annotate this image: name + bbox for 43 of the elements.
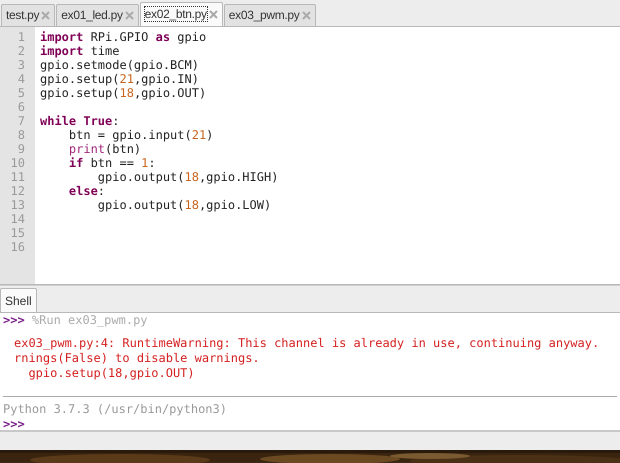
code-line: btn = gpio.input(21) [68,128,214,142]
line-number: 10 [10,156,26,170]
code-line: import RPi.GPIO as gpio [40,30,208,44]
line-number: 13 [10,198,26,212]
code-line: else: [68,184,106,198]
line-number: 6 [16,100,26,114]
error-text: ex03_pwm.py:4: RuntimeWarning: This channel is already in use, continuing anyway. [13,336,600,352]
line-number: 14 [10,212,26,226]
code-line: if btn == 1: [68,156,157,170]
error-text: gpio.setup(18,gpio.OUT) [27,366,196,382]
line-number: 5 [16,86,26,100]
interpreter-info: Python 3.7.3 (/usr/bin/python3) [3,402,228,418]
editor-tab[interactable]: test.py [1,4,56,26]
code-line: import time [40,44,120,58]
line-number: 9 [16,142,26,156]
shell-command-line: >>> %Run ex03_pwm.py [3,313,149,328]
code-line: print(btn) [68,142,142,156]
code-line: gpio.setup(21,gpio.IN) [40,72,200,86]
line-number: 4 [16,72,26,86]
line-number: 15 [10,226,26,240]
close-icon[interactable] [41,10,50,20]
shell-tab[interactable]: Shell [0,288,37,312]
editor-tab[interactable]: ex03_pwm.py [224,4,316,26]
close-icon[interactable] [124,10,134,20]
code-line: gpio.setup(18,gpio.OUT) [40,86,208,100]
editor-tab[interactable]: ex02_btn.py [140,2,223,26]
line-number: 8 [16,128,26,142]
code-line: while True: [40,114,120,128]
error-text: rnings(False) to disable warnings. [13,351,261,366]
line-number: 2 [16,44,26,58]
shell-prompt[interactable]: >>> [3,417,25,432]
line-number: 12 [10,184,26,198]
line-number: 7 [16,114,26,128]
close-icon[interactable] [208,10,218,19]
code-line: gpio.output(18,gpio.HIGH) [98,170,280,184]
line-number: 16 [10,240,26,254]
line-number: 3 [16,58,26,72]
editor-tab[interactable]: ex01_led.py [56,4,139,26]
line-number: 1 [16,30,26,44]
close-icon[interactable] [302,10,311,20]
line-number: 11 [10,170,26,184]
code-line: gpio.setmode(gpio.BCM) [40,58,200,72]
code-line: gpio.output(18,gpio.LOW) [96,198,272,212]
